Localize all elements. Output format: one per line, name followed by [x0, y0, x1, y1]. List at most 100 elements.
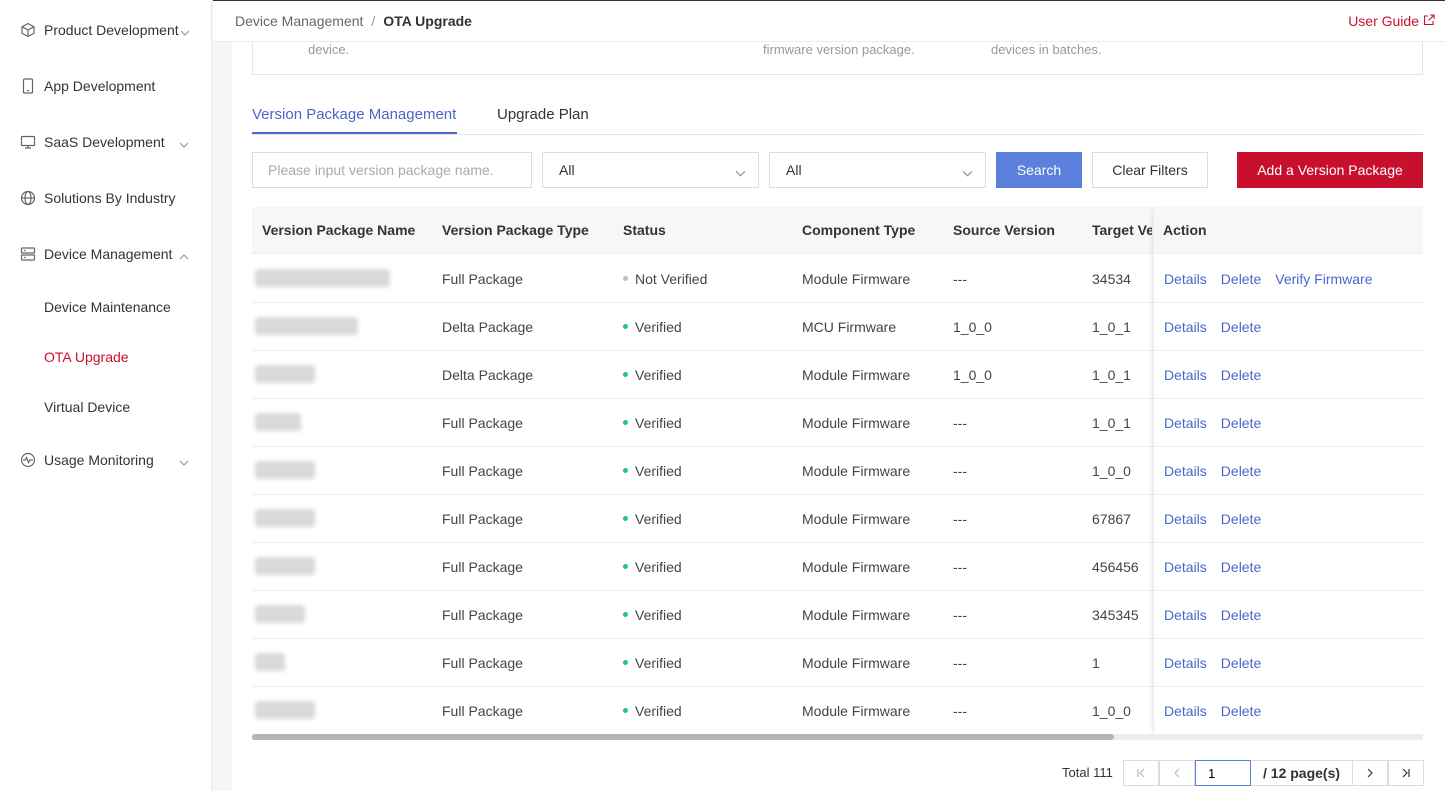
- sidebar-item-usage-monitoring[interactable]: Usage Monitoring: [0, 440, 211, 480]
- redacted-package-name: [255, 605, 305, 623]
- details-link[interactable]: Details: [1164, 703, 1207, 719]
- package-type-select[interactable]: All: [542, 152, 759, 188]
- details-link[interactable]: Details: [1164, 367, 1207, 383]
- redacted-package-name: [255, 557, 315, 575]
- prev-page-button[interactable]: [1159, 760, 1195, 786]
- breadcrumb-device-management[interactable]: Device Management: [235, 13, 363, 29]
- cell-status: Verified: [623, 367, 682, 383]
- select-value: All: [786, 162, 802, 178]
- search-input[interactable]: [252, 152, 532, 188]
- table-row: Delta Package MCU Firmware 1_0_0 1_0_1 Verif…: [252, 303, 1423, 351]
- scrollbar-thumb[interactable]: [252, 734, 1114, 740]
- sidebar-subitem-ota-upgrade[interactable]: OTA Upgrade: [0, 339, 211, 375]
- column-header: Version Package Name: [262, 222, 416, 238]
- tab-upgrade-plan[interactable]: Upgrade Plan: [497, 106, 589, 123]
- details-link[interactable]: Details: [1164, 655, 1207, 671]
- delete-link[interactable]: Delete: [1221, 463, 1261, 479]
- sidebar-item-device-management[interactable]: Device Management: [0, 234, 211, 274]
- redacted-package-name: [255, 701, 315, 719]
- verify-firmware-link[interactable]: Verify Firmware: [1275, 271, 1372, 287]
- intro-box: device. firmware version package. device…: [252, 42, 1423, 75]
- cell-target-version: 1_0_1: [1092, 367, 1131, 383]
- cell-target-version: 1: [1092, 655, 1100, 671]
- sidebar-item-saas-development[interactable]: SaaS Development: [0, 122, 211, 162]
- cell-target-version: 456456: [1092, 559, 1139, 575]
- details-link[interactable]: Details: [1164, 559, 1207, 575]
- delete-link[interactable]: Delete: [1221, 415, 1261, 431]
- last-page-button[interactable]: [1388, 760, 1424, 786]
- delete-link[interactable]: Delete: [1221, 511, 1261, 527]
- breadcrumb: Device Management / OTA Upgrade: [235, 13, 472, 29]
- sidebar-item-label: SaaS Development: [44, 134, 165, 150]
- cell-actions: Details Delete: [1164, 319, 1275, 335]
- details-link[interactable]: Details: [1164, 511, 1207, 527]
- status-dot-icon: [623, 563, 628, 569]
- status-dot-icon: [623, 275, 628, 281]
- cell-status: Verified: [623, 703, 682, 719]
- table-row: Full Package Module Firmware --- 1 Verified D…: [252, 639, 1423, 687]
- cell-package-type: Full Package: [442, 511, 523, 527]
- status-dot-icon: [623, 611, 628, 617]
- cell-status: Verified: [623, 463, 682, 479]
- status-select[interactable]: All: [769, 152, 986, 188]
- first-page-icon: [1136, 766, 1146, 781]
- search-button[interactable]: Search: [996, 152, 1082, 188]
- table-row: Full Package Module Firmware --- 1_0_0 Verif…: [252, 447, 1423, 495]
- active-tab-indicator: [252, 132, 457, 134]
- horizontal-scrollbar[interactable]: [252, 734, 1423, 740]
- intro-snippet: device.: [308, 42, 350, 57]
- sidebar-item-label: Solutions By Industry: [44, 190, 176, 206]
- details-link[interactable]: Details: [1164, 271, 1207, 287]
- cell-package-type: Delta Package: [442, 319, 534, 335]
- sidebar-subitem-virtual-device[interactable]: Virtual Device: [0, 389, 211, 425]
- user-guide-label: User Guide: [1348, 13, 1419, 29]
- delete-link[interactable]: Delete: [1221, 559, 1261, 575]
- cell-actions: Details Delete: [1164, 511, 1275, 527]
- table-row: Full Package Module Firmware --- 456456 Veri…: [252, 543, 1423, 591]
- delete-link[interactable]: Delete: [1221, 271, 1261, 287]
- sidebar-item-app-development[interactable]: App Development: [0, 66, 211, 106]
- sidebar-subitem-label: OTA Upgrade: [44, 349, 129, 365]
- tab-version-package-management[interactable]: Version Package Management: [252, 106, 456, 123]
- cell-source-version: ---: [953, 655, 967, 671]
- cell-component-type: Module Firmware: [802, 415, 911, 431]
- column-header: Component Type: [802, 222, 916, 238]
- sidebar-subitem-device-maintenance[interactable]: Device Maintenance: [0, 289, 211, 325]
- cell-component-type: Module Firmware: [802, 703, 911, 719]
- details-link[interactable]: Details: [1164, 319, 1207, 335]
- page-count: / 12 page(s): [1251, 760, 1353, 786]
- details-link[interactable]: Details: [1164, 607, 1207, 623]
- select-value: All: [559, 162, 575, 178]
- cell-source-version: ---: [953, 703, 967, 719]
- cell-component-type: Module Firmware: [802, 511, 911, 527]
- details-link[interactable]: Details: [1164, 463, 1207, 479]
- delete-link[interactable]: Delete: [1221, 319, 1261, 335]
- cell-target-version: 1_0_0: [1092, 463, 1131, 479]
- delete-link[interactable]: Delete: [1221, 703, 1261, 719]
- add-version-package-button[interactable]: Add a Version Package: [1237, 152, 1423, 188]
- sidebar-item-label: Device Management: [44, 246, 173, 262]
- delete-link[interactable]: Delete: [1221, 367, 1261, 383]
- details-link[interactable]: Details: [1164, 415, 1207, 431]
- first-page-button[interactable]: [1123, 760, 1159, 786]
- clear-filters-button[interactable]: Clear Filters: [1092, 152, 1208, 188]
- sidebar-item-product-development[interactable]: Product Development: [0, 10, 211, 50]
- cell-target-version: 1_0_0: [1092, 703, 1131, 719]
- sidebar-item-solutions-by-industry[interactable]: Solutions By Industry: [0, 178, 211, 218]
- chevron-down-icon: [962, 166, 973, 182]
- delete-link[interactable]: Delete: [1221, 655, 1261, 671]
- chevron-down-icon: [179, 455, 189, 466]
- cell-source-version: ---: [953, 511, 967, 527]
- status-label: Verified: [635, 319, 682, 335]
- delete-link[interactable]: Delete: [1221, 607, 1261, 623]
- next-page-button[interactable]: [1352, 760, 1388, 786]
- top-bar: Device Management / OTA Upgrade User Gui…: [213, 0, 1445, 42]
- table-row: Full Package Module Firmware --- 67867 Verif…: [252, 495, 1423, 543]
- redacted-package-name: [255, 317, 358, 335]
- cell-actions: Details Delete: [1164, 367, 1275, 383]
- main-panel: device. firmware version package. device…: [232, 42, 1445, 791]
- sidebar-item-label: Product Development: [44, 22, 179, 38]
- user-guide-link[interactable]: User Guide: [1348, 13, 1435, 29]
- page-number-input[interactable]: [1195, 760, 1251, 786]
- server-icon: [20, 246, 36, 262]
